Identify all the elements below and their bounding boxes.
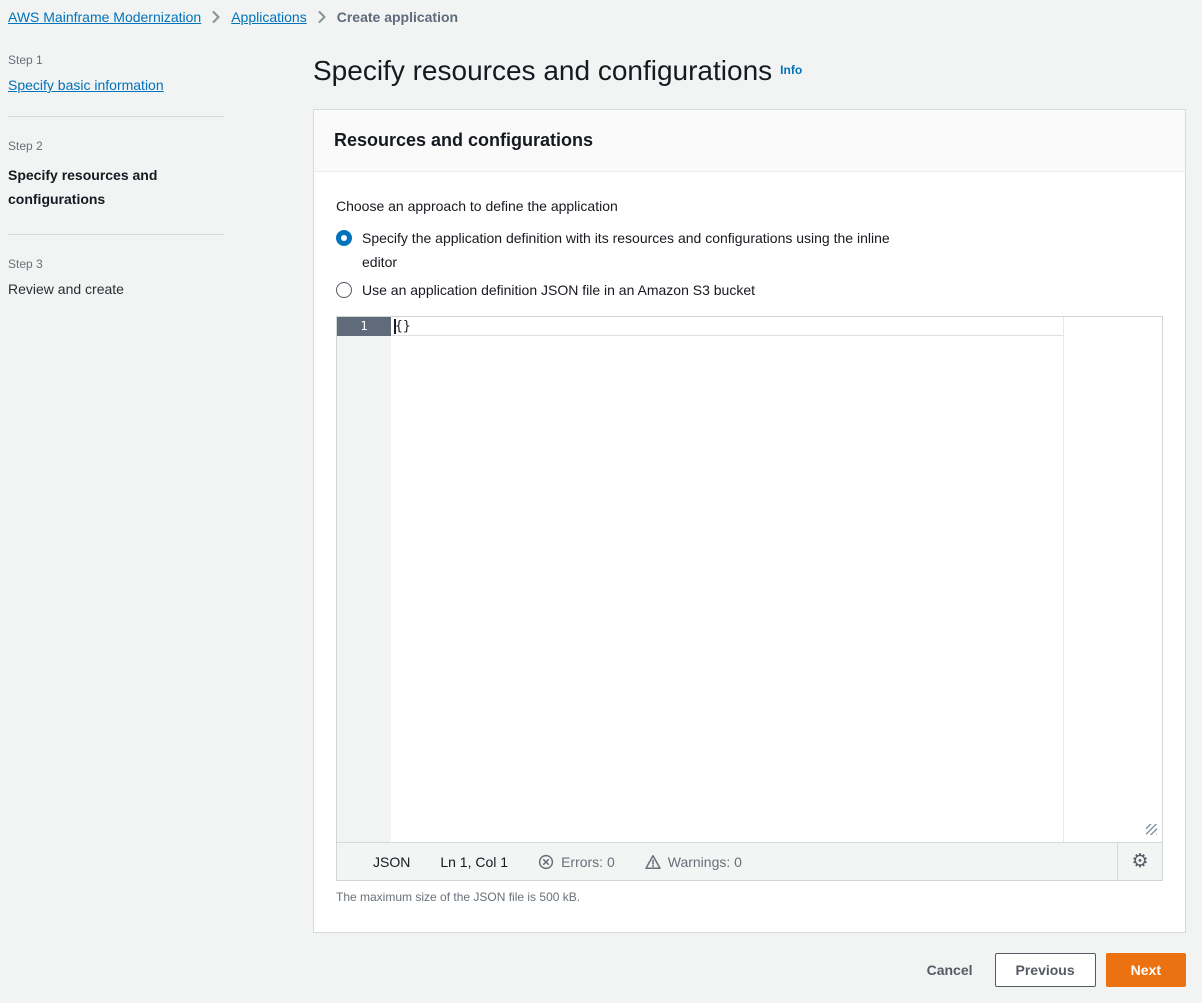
radio-option-s3-json-file[interactable]: Use an application definition JSON file …	[336, 278, 1163, 302]
wizard-step-1: Step 1 Specify basic information	[8, 53, 224, 93]
panel-header: Resources and configurations	[314, 110, 1185, 172]
chevron-right-icon	[318, 11, 326, 23]
editor-gutter: 1	[337, 317, 391, 842]
radio-option-inline-editor-label: Specify the application definition with …	[362, 226, 928, 274]
warnings-count-label: Warnings: 0	[668, 854, 742, 870]
breadcrumb-link-aws-mainframe-modernization[interactable]: AWS Mainframe Modernization	[8, 9, 201, 25]
wizard-steps-nav: Step 1 Specify basic information Step 2 …	[8, 53, 224, 297]
radio-option-inline-editor[interactable]: Specify the application definition with …	[336, 226, 1163, 274]
radio-selected-icon[interactable]	[336, 230, 352, 246]
wizard-step-2: Step 2 Specify resources and configurati…	[8, 139, 224, 211]
editor-text-surface[interactable]: {}	[391, 317, 1162, 842]
editor-status-items: JSON Ln 1, Col 1 Errors: 0	[337, 843, 1117, 880]
main-content: Specify resources and configurations Info…	[313, 53, 1186, 1003]
radio-unselected-icon[interactable]	[336, 282, 352, 298]
editor-settings-button[interactable]: ⚙	[1117, 843, 1162, 880]
radio-option-s3-json-file-label: Use an application definition JSON file …	[362, 278, 755, 302]
errors-status: Errors: 0	[538, 854, 615, 870]
previous-button[interactable]: Previous	[995, 953, 1096, 987]
step-2-title-current: Specify resources and configurations	[8, 163, 224, 211]
active-line-highlight	[391, 317, 1064, 336]
warnings-status: Warnings: 0	[645, 854, 742, 870]
editor-language-label: JSON	[373, 854, 410, 870]
wizard-actions: Cancel Previous Next	[313, 953, 1186, 987]
gear-icon: ⚙	[1131, 852, 1148, 871]
error-icon	[538, 854, 554, 870]
cancel-button[interactable]: Cancel	[915, 954, 985, 986]
panel-title: Resources and configurations	[334, 130, 1165, 151]
divider	[8, 234, 224, 235]
editor-status-bar: JSON Ln 1, Col 1 Errors: 0	[337, 842, 1162, 880]
divider	[8, 116, 224, 117]
print-margin-line	[1063, 317, 1064, 842]
approach-label: Choose an approach to define the applica…	[336, 198, 1163, 214]
resources-configurations-panel: Resources and configurations Choose an a…	[313, 109, 1186, 933]
breadcrumb-link-applications[interactable]: Applications	[231, 9, 307, 25]
step-3-number-label: Step 3	[8, 257, 224, 271]
info-link[interactable]: Info	[780, 63, 802, 77]
warning-icon	[645, 854, 661, 870]
step-3-title: Review and create	[8, 281, 224, 297]
step-1-link[interactable]: Specify basic information	[8, 77, 164, 93]
step-2-number-label: Step 2	[8, 139, 224, 153]
errors-count-label: Errors: 0	[561, 854, 615, 870]
page-title: Specify resources and configurations Info	[313, 55, 1186, 87]
page-layout: Step 1 Specify basic information Step 2 …	[0, 53, 1202, 1003]
editor-resize-handle[interactable]	[1146, 824, 1157, 835]
editor-code-area[interactable]: 1 {}	[337, 317, 1162, 842]
page-title-text: Specify resources and configurations	[313, 55, 772, 86]
active-line-number: 1	[337, 317, 391, 336]
text-caret	[394, 319, 396, 334]
breadcrumb-current-page: Create application	[337, 9, 458, 25]
next-button[interactable]: Next	[1106, 953, 1186, 987]
cursor-position-label: Ln 1, Col 1	[440, 854, 508, 870]
chevron-right-icon	[212, 11, 220, 23]
panel-body: Choose an approach to define the applica…	[314, 172, 1185, 932]
breadcrumb: AWS Mainframe Modernization Applications…	[0, 0, 1202, 33]
editor-helper-text: The maximum size of the JSON file is 500…	[336, 890, 1163, 904]
step-1-number-label: Step 1	[8, 53, 224, 67]
wizard-step-3: Step 3 Review and create	[8, 257, 224, 297]
json-code-editor: 1 {} JSON Ln 1, Col 1	[336, 316, 1163, 881]
